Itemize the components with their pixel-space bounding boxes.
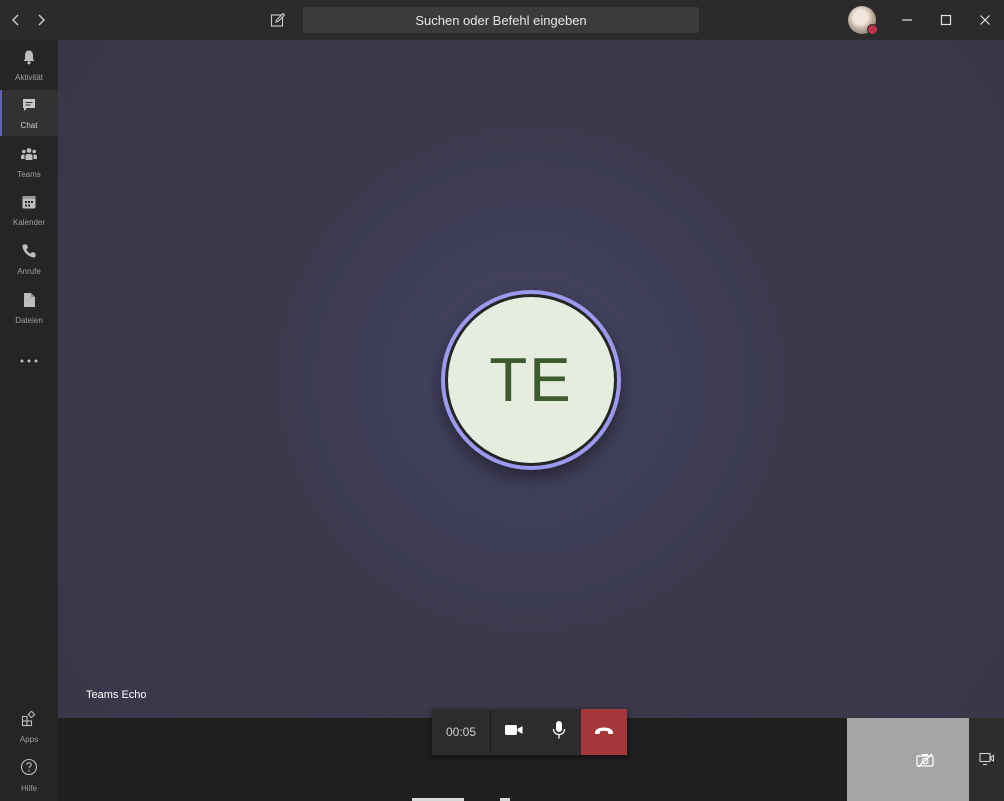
chat-icon [21,97,37,118]
maximize-icon[interactable] [932,6,960,34]
rail-item-calls[interactable]: Anrufe [0,236,58,282]
rail-item-label: Kalender [12,217,46,227]
call-controls: 00:05 [432,709,627,755]
self-video-preview[interactable] [847,718,969,801]
microphone-icon [552,720,566,745]
rail-item-chat[interactable]: Chat [0,90,58,136]
rail-item-files[interactable]: Dateien [0,285,58,331]
rail-item-label: Apps [19,734,39,744]
apps-icon [21,709,37,732]
rail-item-help[interactable]: Hilfe [0,752,58,798]
rail-item-label: Dateien [15,315,43,325]
camera-toggle-button[interactable] [491,709,536,755]
rail-item-label: Hilfe [20,783,37,793]
more-icon [20,350,38,368]
camera-off-icon [915,750,935,770]
call-timer: 00:05 [432,709,491,755]
rail-item-label: Chat [20,120,38,130]
rail-item-teams[interactable]: Teams [0,139,58,185]
forward-arrow-icon[interactable] [31,10,51,30]
device-settings-icon [978,751,995,772]
participant-avatar: TE [441,290,621,470]
rail-item-apps[interactable]: Apps [0,704,58,750]
calendar-icon [21,194,37,215]
camera-icon [504,723,524,742]
minimize-icon[interactable] [893,6,921,34]
file-icon [22,292,36,313]
presence-busy-badge [867,24,878,35]
back-arrow-icon[interactable] [6,10,26,30]
search-input[interactable]: Suchen oder Befehl eingeben [303,7,699,33]
hangup-icon [594,723,614,741]
rail-item-label: Aktivität [14,72,43,82]
app-rail: Aktivität Chat Teams Kalender Anrufe Dat… [0,40,58,801]
title-bar: Suchen oder Befehl eingeben [0,0,1004,40]
phone-icon [21,243,37,264]
participant-initials: TE [448,297,614,463]
teams-icon [20,146,38,167]
close-icon[interactable] [971,6,999,34]
hangup-button[interactable] [581,709,627,755]
more-apps-button[interactable] [0,336,58,382]
rail-item-label: Teams [17,169,41,179]
participant-name: Teams Echo [86,689,147,701]
rail-item-calendar[interactable]: Kalender [0,187,58,233]
help-icon [20,758,38,781]
compose-icon[interactable] [268,10,288,30]
device-settings-button[interactable] [969,718,1004,801]
rail-item-activity[interactable]: Aktivität [0,42,58,88]
bell-icon [21,49,37,70]
microphone-toggle-button[interactable] [536,709,581,755]
avatar-border: TE [445,294,617,466]
rail-item-label: Anrufe [17,266,41,276]
